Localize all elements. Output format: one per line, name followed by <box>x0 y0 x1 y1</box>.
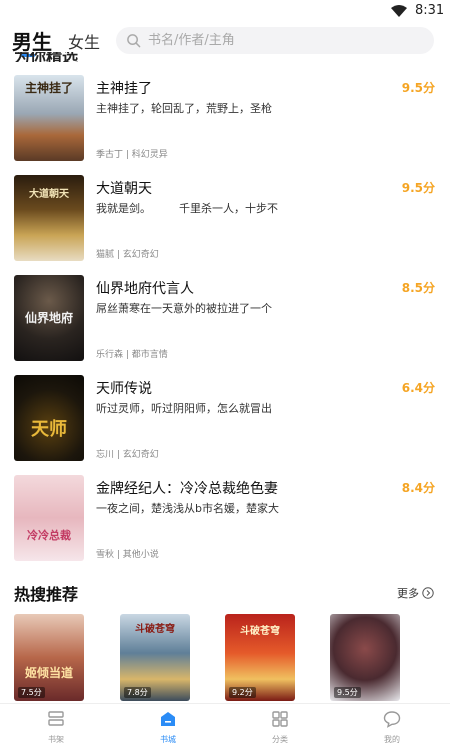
book-description: 我就是剑。 千里杀一人，十步不 <box>96 202 278 215</box>
more-label: 更多 <box>397 587 419 600</box>
book-cover: 主神挂了 <box>14 75 84 161</box>
book-meta: 猫腻 | 玄幻奇幻 <box>96 250 159 260</box>
book-author: 猫腻 <box>96 250 115 260</box>
section-title-partial: 为你精选 <box>14 52 79 62</box>
nav-label-bookstore: 书城 <box>160 735 176 744</box>
book-description: 一夜之间，楚浅浅从b市名媛，楚家大 <box>96 502 279 515</box>
book-author: 乐行森 <box>96 350 124 360</box>
book-row[interactable]: 大道朝天 大道朝天 我就是剑。 千里杀一人，十步不 猫腻 | 玄幻奇幻 9.5分 <box>0 172 450 272</box>
nav-label-bookshelf: 书架 <box>48 735 64 744</box>
profile-icon <box>383 711 401 728</box>
search-icon <box>127 34 141 48</box>
section-header-partial: 为你精选 <box>14 52 94 62</box>
nav-item-bookshelf[interactable]: 书架 <box>0 704 112 750</box>
bookshelf-icon <box>48 711 64 726</box>
category-icon <box>272 711 288 727</box>
nav-label-profile: 我的 <box>384 735 400 744</box>
book-meta: 季古丁 | 科幻灵异 <box>96 150 168 160</box>
book-title: 金牌经纪人：冷冷总裁绝色妻 <box>96 481 278 497</box>
book-title: 天师传说 <box>96 381 152 397</box>
search-bar[interactable] <box>116 27 434 54</box>
book-row[interactable]: 主神挂了 主神挂了 主神挂了，轮回乱了，荒野上，圣枪 季古丁 | 科幻灵异 9.… <box>0 72 450 172</box>
book-title: 主神挂了 <box>96 81 152 97</box>
search-input[interactable] <box>148 27 418 54</box>
book-row[interactable]: 冷冷总裁 金牌经纪人：冷冷总裁绝色妻 一夜之间，楚浅浅从b市名媛，楚家大 雪秋 … <box>0 472 450 572</box>
bottom-nav: 书架 书城 分类 我的 <box>0 703 450 750</box>
book-author: 季古丁 <box>96 150 124 160</box>
nav-item-category[interactable]: 分类 <box>224 704 336 750</box>
hot-books-row: 姬倾当道 7.5分 斗破苍穹 7.8分 斗破苍穹 9.2分 9.5分 <box>0 614 450 702</box>
book-score: 8.5分 <box>401 281 435 295</box>
hot-book-cover[interactable]: 9.5分 <box>330 614 400 701</box>
hot-book-cover[interactable]: 斗破苍穹 7.8分 <box>120 614 190 701</box>
wifi-icon <box>391 5 407 17</box>
book-description: 听过灵师，听过阴阳师，怎么就冒出 <box>96 402 272 415</box>
status-time: 8:31 <box>415 3 445 18</box>
book-category: 玄幻奇幻 <box>122 450 159 460</box>
book-description: 屌丝萧寒在一天意外的被拉进了一个 <box>96 302 272 315</box>
book-author: 忘川 <box>96 450 115 460</box>
hot-book-score: 9.2分 <box>229 687 256 698</box>
book-title: 大道朝天 <box>96 181 152 197</box>
book-score: 8.4分 <box>401 481 435 495</box>
chevron-right-circle-icon <box>422 587 434 599</box>
book-score: 9.5分 <box>401 81 435 95</box>
book-cover: 仙界地府 <box>14 275 84 361</box>
status-bar: 8:31 <box>0 0 450 22</box>
book-list: 主神挂了 主神挂了 主神挂了，轮回乱了，荒野上，圣枪 季古丁 | 科幻灵异 9.… <box>0 72 450 572</box>
more-link[interactable]: 更多 <box>397 585 434 601</box>
hot-book-cover[interactable]: 斗破苍穹 9.2分 <box>225 614 295 701</box>
book-meta: 乐行森 | 都市言情 <box>96 350 168 360</box>
book-category: 玄幻奇幻 <box>122 250 159 260</box>
book-row[interactable]: 仙界地府 仙界地府代言人 屌丝萧寒在一天意外的被拉进了一个 乐行森 | 都市言情… <box>0 272 450 372</box>
book-meta: 雪秋 | 其他小说 <box>96 550 159 560</box>
nav-label-category: 分类 <box>272 735 288 744</box>
book-row[interactable]: 天师 天师传说 听过灵师，听过阴阳师，怎么就冒出 忘川 | 玄幻奇幻 6.4分 <box>0 372 450 472</box>
tab-female[interactable]: 女生 <box>68 29 100 53</box>
book-score: 9.5分 <box>401 181 435 195</box>
hot-book-score: 9.5分 <box>334 687 361 698</box>
book-score: 6.4分 <box>401 381 435 395</box>
hot-section-title: 热搜推荐 <box>14 585 79 604</box>
nav-item-profile[interactable]: 我的 <box>336 704 448 750</box>
nav-item-bookstore[interactable]: 书城 <box>112 704 224 750</box>
hot-book-score: 7.8分 <box>124 687 151 698</box>
hot-book-score: 7.5分 <box>18 687 45 698</box>
bookstore-icon <box>161 712 175 726</box>
book-category: 科幻灵异 <box>131 150 168 160</box>
book-description: 主神挂了，轮回乱了，荒野上，圣枪 <box>96 102 272 115</box>
book-category: 其他小说 <box>122 550 159 560</box>
book-author: 雪秋 <box>96 550 115 560</box>
hot-section-header: 热搜推荐 更多 <box>0 577 450 607</box>
book-cover: 冷冷总裁 <box>14 475 84 561</box>
book-cover: 大道朝天 <box>14 175 84 261</box>
book-cover: 天师 <box>14 375 84 461</box>
book-category: 都市言情 <box>131 350 168 360</box>
hot-book-cover[interactable]: 姬倾当道 7.5分 <box>14 614 84 701</box>
book-meta: 忘川 | 玄幻奇幻 <box>96 450 159 460</box>
book-title: 仙界地府代言人 <box>96 281 194 297</box>
tab-male[interactable]: 男生 <box>12 26 52 55</box>
